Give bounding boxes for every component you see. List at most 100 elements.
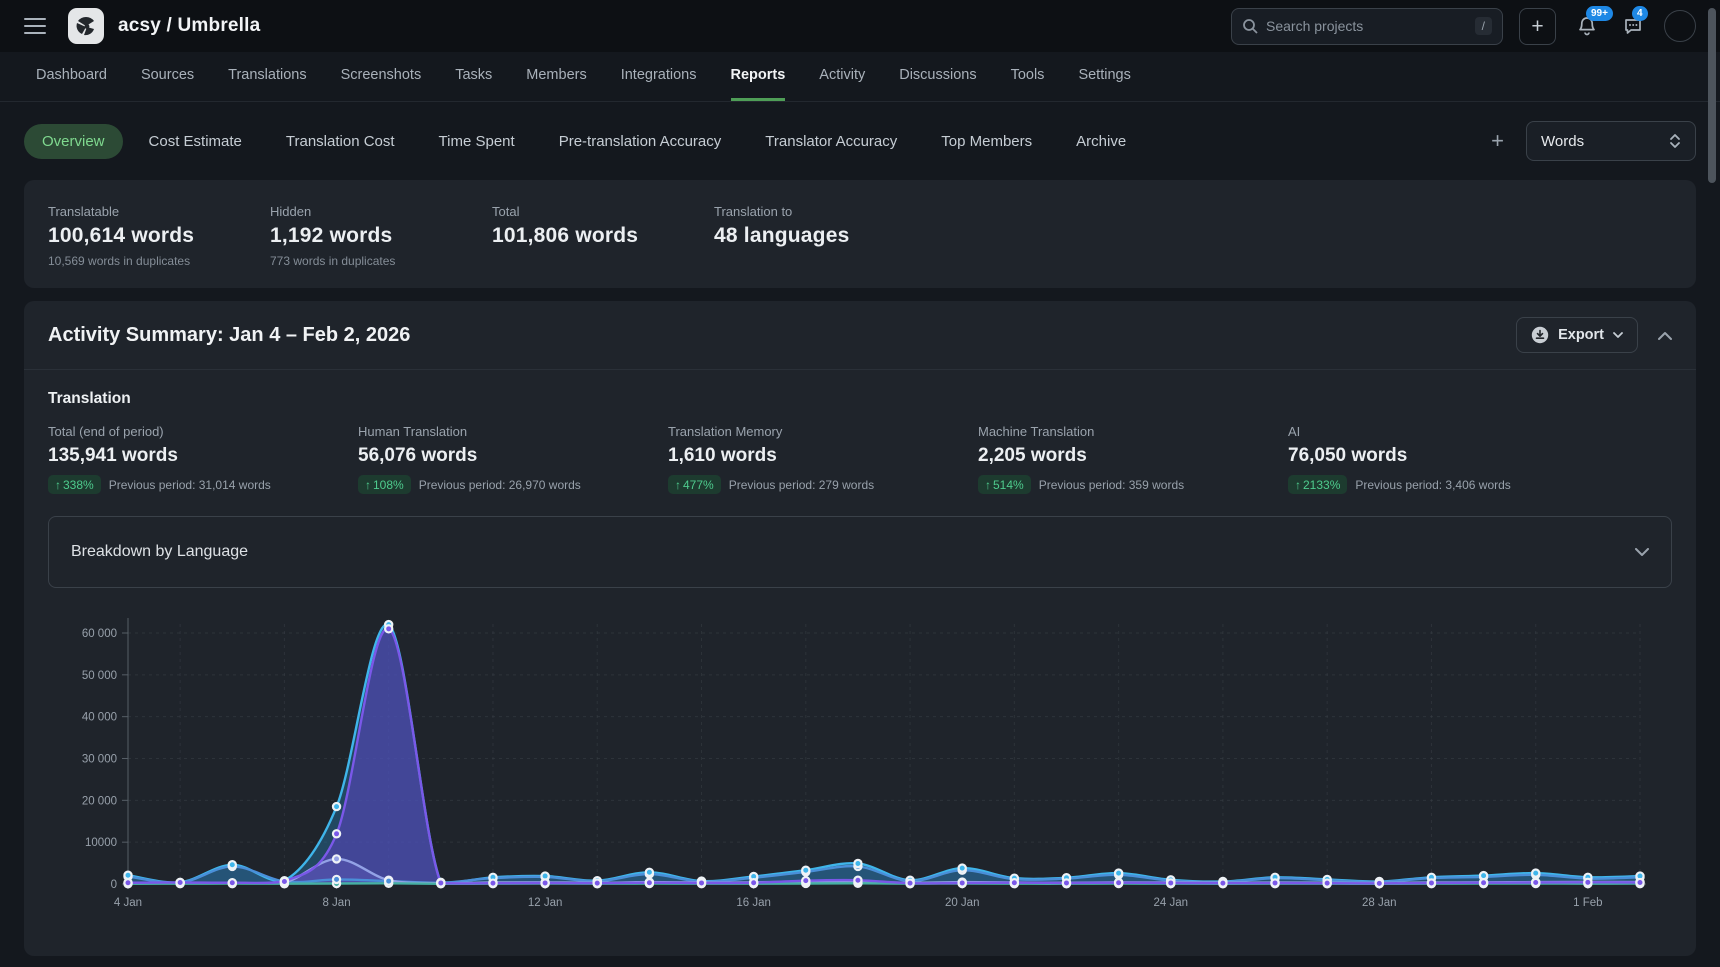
report-tab-time-spent[interactable]: Time Spent bbox=[421, 124, 533, 159]
translation-stat-value: 135,941 words bbox=[48, 445, 338, 467]
notifications-button[interactable]: 99+ bbox=[1572, 11, 1602, 41]
point-human-translation bbox=[385, 877, 392, 884]
search-input[interactable] bbox=[1266, 18, 1467, 34]
svg-text:0: 0 bbox=[111, 879, 117, 891]
notifications-count-badge: 99+ bbox=[1586, 6, 1613, 21]
report-tab-top-members[interactable]: Top Members bbox=[923, 124, 1050, 159]
nav-tab-members[interactable]: Members bbox=[526, 67, 586, 101]
report-tab-overview[interactable]: Overview bbox=[24, 124, 123, 159]
point-ai bbox=[1428, 879, 1435, 886]
point-ai bbox=[177, 879, 184, 886]
point-ai bbox=[1271, 879, 1278, 886]
point-total bbox=[802, 867, 809, 874]
app-logo[interactable] bbox=[68, 8, 104, 44]
arrow-up-icon: ↑ bbox=[1295, 478, 1301, 492]
report-tab-archive[interactable]: Archive bbox=[1058, 124, 1144, 159]
point-ai bbox=[333, 830, 340, 837]
translation-stat-value: 76,050 words bbox=[1288, 445, 1578, 467]
svg-text:60 000: 60 000 bbox=[82, 628, 117, 640]
breakdown-by-language-label: Breakdown by Language bbox=[71, 543, 248, 561]
point-ai bbox=[1167, 879, 1174, 886]
create-project-button[interactable]: + bbox=[1519, 8, 1556, 45]
report-tab-translator-accuracy[interactable]: Translator Accuracy bbox=[747, 124, 915, 159]
add-report-button[interactable]: + bbox=[1477, 128, 1518, 154]
activity-chart: 01000020 00030 00040 00050 00060 0004 Ja… bbox=[48, 606, 1672, 929]
arrow-up-icon: ↑ bbox=[365, 478, 371, 492]
point-ai bbox=[698, 879, 705, 886]
point-ai bbox=[385, 625, 392, 632]
report-tab-pre-translation-accuracy[interactable]: Pre-translation Accuracy bbox=[541, 124, 740, 159]
messages-button[interactable]: 4 bbox=[1618, 11, 1648, 41]
nav-tab-screenshots[interactable]: Screenshots bbox=[341, 67, 422, 101]
previous-period-text: Previous period: 359 words bbox=[1039, 478, 1184, 492]
delta-badge: ↑477% bbox=[668, 475, 721, 494]
translation-stat-label: Translation Memory bbox=[668, 424, 958, 439]
stat-label: Hidden bbox=[270, 204, 420, 219]
activity-summary-card: Activity Summary: Jan 4 – Feb 2, 2026 Ex… bbox=[24, 301, 1696, 956]
point-total bbox=[854, 860, 861, 867]
svg-text:4 Jan: 4 Jan bbox=[114, 897, 142, 909]
point-ai bbox=[1532, 879, 1539, 886]
point-ai bbox=[1011, 879, 1018, 886]
point-ai bbox=[1219, 880, 1226, 887]
project-nav: Dashboard Sources Translations Screenshots T… bbox=[0, 52, 1720, 102]
search-box[interactable]: / bbox=[1231, 8, 1503, 45]
summary-stat: Translation to48 languages bbox=[714, 204, 864, 266]
report-tab-translation-cost[interactable]: Translation Cost bbox=[268, 124, 413, 159]
svg-text:24 Jan: 24 Jan bbox=[1153, 897, 1188, 909]
breakdown-by-language-panel[interactable]: Breakdown by Language bbox=[48, 516, 1672, 588]
export-button[interactable]: Export bbox=[1516, 317, 1638, 353]
previous-period-text: Previous period: 279 words bbox=[729, 478, 874, 492]
activity-summary-body: Translation Total (end of period) 135,941… bbox=[24, 370, 1696, 929]
unit-select[interactable]: Words bbox=[1526, 121, 1696, 161]
point-ai bbox=[281, 878, 288, 885]
point-ai bbox=[1584, 879, 1591, 886]
report-tab-cost-estimate[interactable]: Cost Estimate bbox=[131, 124, 260, 159]
point-total bbox=[959, 865, 966, 872]
page-scrollbar[interactable] bbox=[1708, 8, 1716, 183]
nav-tab-integrations[interactable]: Integrations bbox=[621, 67, 697, 101]
top-bar: acsy / Umbrella / + 99+ 4 bbox=[0, 0, 1720, 52]
summary-stat: Translatable100,614 words10,569 words in… bbox=[48, 204, 198, 266]
nav-tab-translations[interactable]: Translations bbox=[228, 67, 306, 101]
point-ai bbox=[750, 879, 757, 886]
point-ai bbox=[489, 880, 496, 887]
nav-tab-settings[interactable]: Settings bbox=[1078, 67, 1130, 101]
translation-stat-label: Machine Translation bbox=[978, 424, 1268, 439]
translation-stat-value: 56,076 words bbox=[358, 445, 648, 467]
nav-tab-dashboard[interactable]: Dashboard bbox=[36, 67, 107, 101]
caret-down-icon bbox=[1613, 332, 1623, 338]
stat-value: 1,192 words bbox=[270, 224, 420, 248]
nav-tab-tasks[interactable]: Tasks bbox=[455, 67, 492, 101]
nav-tab-reports[interactable]: Reports bbox=[731, 67, 786, 101]
translation-stat: Human Translation56,076 words↑108%Previo… bbox=[358, 424, 648, 494]
user-avatar[interactable] bbox=[1664, 10, 1696, 42]
stat-subtext: 773 words in duplicates bbox=[270, 254, 420, 268]
nav-tab-tools[interactable]: Tools bbox=[1011, 67, 1045, 101]
svg-text:10000: 10000 bbox=[85, 837, 117, 849]
point-ai bbox=[594, 880, 601, 887]
point-total bbox=[124, 872, 131, 879]
translation-stat-label: Human Translation bbox=[358, 424, 648, 439]
collapse-section-button[interactable] bbox=[1658, 331, 1672, 340]
point-machine-translation bbox=[333, 855, 340, 862]
translation-section-heading: Translation bbox=[48, 390, 1672, 408]
chevron-down-icon bbox=[1635, 548, 1649, 557]
logo-swirl-icon bbox=[73, 13, 99, 39]
stat-label: Total bbox=[492, 204, 642, 219]
svg-text:20 000: 20 000 bbox=[82, 795, 117, 807]
translation-stat-label: Total (end of period) bbox=[48, 424, 338, 439]
nav-tab-activity[interactable]: Activity bbox=[819, 67, 865, 101]
svg-text:40 000: 40 000 bbox=[82, 712, 117, 724]
translation-stat: Total (end of period)135,941 words↑338%P… bbox=[48, 424, 338, 494]
translation-stat: AI76,050 words↑2133%Previous period: 3,4… bbox=[1288, 424, 1578, 494]
point-ai bbox=[1115, 879, 1122, 886]
search-icon bbox=[1242, 18, 1258, 34]
point-human-translation bbox=[333, 876, 340, 883]
download-icon bbox=[1531, 326, 1549, 344]
stat-value: 48 languages bbox=[714, 224, 864, 248]
hamburger-menu-icon[interactable] bbox=[24, 18, 46, 34]
nav-tab-discussions[interactable]: Discussions bbox=[899, 67, 976, 101]
nav-tab-sources[interactable]: Sources bbox=[141, 67, 194, 101]
messages-count-badge: 4 bbox=[1632, 6, 1648, 21]
